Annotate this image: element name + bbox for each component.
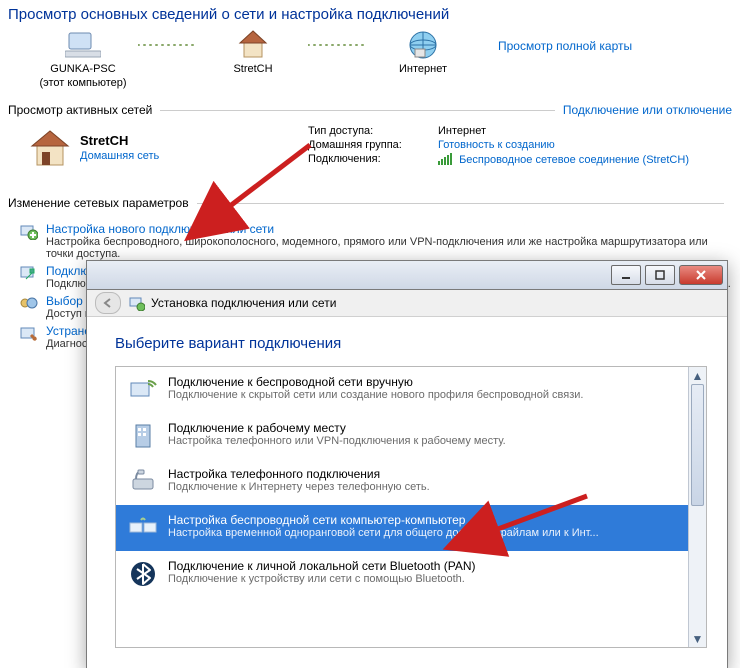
active-networks-heading: Просмотр активных сетей <box>8 103 152 117</box>
connections-label: Подключения: <box>308 153 438 168</box>
house-icon <box>236 29 270 61</box>
maximize-button[interactable] <box>645 265 675 285</box>
dialog-heading: Выберите вариант подключения <box>115 335 707 352</box>
option-title: Подключение к рабочему месту <box>168 421 506 435</box>
map-separator <box>138 29 198 61</box>
map-node-label: StretCH <box>233 63 272 75</box>
option-dialup[interactable]: Настройка телефонного подключенияПодключ… <box>116 459 688 505</box>
option-workplace[interactable]: Подключение к рабочему местуНастройка те… <box>116 413 688 459</box>
option-title: Подключение к беспроводной сети вручную <box>168 375 583 389</box>
scroll-up-button[interactable]: ▲ <box>689 367 706 384</box>
network-kind-link[interactable]: Домашняя сеть <box>80 150 159 162</box>
troubleshoot-icon <box>20 324 40 350</box>
globe-icon <box>407 29 439 61</box>
options-scrollbar[interactable]: ▲ ▼ <box>688 367 706 647</box>
option-desc: Подключение к устройству или сети с помо… <box>168 573 476 585</box>
network-map: GUNKA-PSC (этот компьютер) StretCH Интер… <box>0 25 740 89</box>
homegroup-label: Домашняя группа: <box>308 139 438 151</box>
computer-icon <box>65 29 101 61</box>
page-title: Просмотр основных сведений о сети и наст… <box>0 0 740 25</box>
change-settings-header: Изменение сетевых параметров <box>8 196 732 210</box>
scrollbar-thumb[interactable] <box>691 384 704 506</box>
access-type-label: Тип доступа: <box>308 125 438 137</box>
map-node-this-pc[interactable]: GUNKA-PSC (этот компьютер) <box>28 29 138 89</box>
wireless-connection-link[interactable]: Беспроводное сетевое соединение (StretCH… <box>459 154 689 166</box>
dialog-title: Установка подключения или сети <box>151 296 336 310</box>
active-networks-header: Просмотр активных сетей Подключение или … <box>8 103 732 117</box>
bluetooth-icon <box>126 559 160 589</box>
setup-connection-dialog: Установка подключения или сети Выберите … <box>86 260 728 668</box>
task-new-connection[interactable]: Настройка нового подключения или сетиНас… <box>20 222 732 260</box>
option-desc: Настройка телефонного или VPN-подключени… <box>168 435 506 447</box>
dialog-header-bar: Установка подключения или сети <box>87 290 727 317</box>
option-desc: Подключение к Интернету через телефонную… <box>168 481 430 493</box>
workplace-icon <box>126 421 160 451</box>
homegroup-icon <box>20 294 40 320</box>
option-bluetooth-pan[interactable]: Подключение к личной локальной сети Blue… <box>116 551 688 597</box>
scroll-down-button[interactable]: ▼ <box>689 630 706 647</box>
task-desc: Настройка беспроводного, широкополосного… <box>46 236 732 260</box>
change-settings-heading: Изменение сетевых параметров <box>8 196 189 210</box>
option-desc: Настройка временной одноранговой сети дл… <box>168 527 599 539</box>
task-link[interactable]: Настройка нового подключения или сети <box>46 222 274 236</box>
option-manual-wireless[interactable]: Подключение к беспроводной сети вручнуюП… <box>116 367 688 413</box>
new-connection-icon <box>20 222 40 260</box>
option-title: Настройка телефонного подключения <box>168 467 430 481</box>
network-name: StretCH <box>80 133 159 148</box>
map-node-label: Интернет <box>399 63 447 75</box>
wireless-manual-icon <box>126 375 160 405</box>
connect-disconnect-link[interactable]: Подключение или отключение <box>563 103 732 117</box>
access-type-value: Интернет <box>438 125 486 137</box>
wifi-signal-icon <box>438 153 452 168</box>
homegroup-link[interactable]: Готовность к созданию <box>438 139 555 151</box>
map-node-router[interactable]: StretCH <box>198 29 308 75</box>
back-button[interactable] <box>95 292 121 314</box>
active-network-details: Тип доступа:Интернет Домашняя группа:Гот… <box>308 125 689 170</box>
minimize-button[interactable] <box>611 265 641 285</box>
dialup-icon <box>126 467 160 497</box>
map-node-label: GUNKA-PSC <box>50 63 115 75</box>
option-desc: Подключение к скрытой сети или создание … <box>168 389 583 401</box>
network-setup-icon <box>129 295 145 311</box>
option-adhoc-wireless[interactable]: Настройка беспроводной сети компьютер-ко… <box>116 505 688 551</box>
house-icon <box>28 128 72 168</box>
view-full-map-link[interactable]: Просмотр полной карты <box>498 39 632 53</box>
map-node-sublabel: (этот компьютер) <box>39 77 126 89</box>
map-separator <box>308 29 368 61</box>
dialog-titlebar[interactable] <box>87 261 727 290</box>
adhoc-icon <box>126 513 160 543</box>
connect-network-icon <box>20 264 40 290</box>
active-network-item[interactable]: StretCH Домашняя сеть <box>28 125 308 170</box>
close-button[interactable] <box>679 265 723 285</box>
option-title: Настройка беспроводной сети компьютер-ко… <box>168 513 599 527</box>
connection-options-list: Подключение к беспроводной сети вручнуюП… <box>116 367 688 647</box>
option-title: Подключение к личной локальной сети Blue… <box>168 559 476 573</box>
map-node-internet[interactable]: Интернет <box>368 29 478 75</box>
